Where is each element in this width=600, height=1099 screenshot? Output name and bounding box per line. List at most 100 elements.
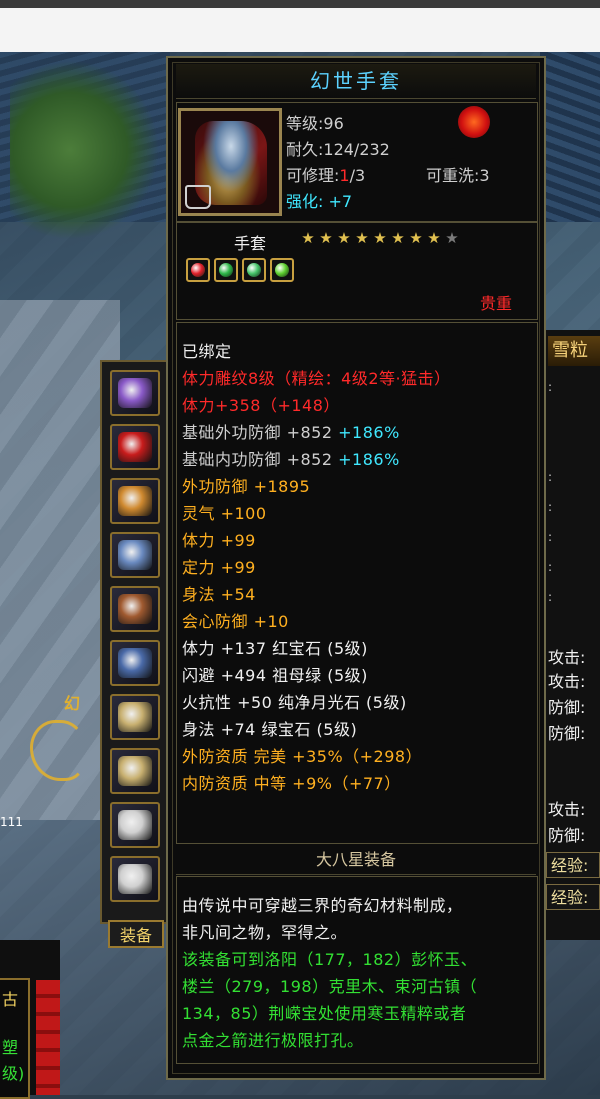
left-hud-text: 古 [2, 990, 19, 1009]
footer-title: 大八星装备 [176, 846, 536, 875]
equipment-slot[interactable] [110, 586, 160, 632]
star-empty-icon: ★ [445, 229, 459, 247]
attack-label: 攻击: [548, 800, 586, 819]
attribute-line: 基础外功防御 +852 +186% [182, 419, 400, 443]
item-enhance: 强化: +7 [286, 188, 352, 212]
equipment-slot[interactable] [110, 640, 160, 686]
repair-label: 可修理: [286, 166, 340, 185]
star-filled-icon: ★ [427, 229, 441, 247]
attribute-text: 火抗性 +50 纯净月光石 (5级) [182, 693, 407, 712]
attribute-line: 身法 +54 [182, 581, 256, 605]
defense-label: 防御: [548, 826, 586, 845]
attribute-bonus: +186% [332, 450, 400, 469]
character-panel-title: 雪粒 [548, 336, 600, 366]
ruby-gem-icon[interactable] [186, 258, 210, 282]
gem-sockets [186, 258, 294, 282]
attribute-line: 定力 +99 [182, 554, 256, 578]
panel-colon: : [548, 470, 553, 484]
equipment-slot[interactable] [110, 856, 160, 902]
exp-label: 经验: [546, 884, 600, 910]
attribute-text: 体力雕纹8级（精绘：4级2等·猛击） [182, 369, 451, 388]
attribute-text: 外功防御 +1895 [182, 477, 311, 496]
attribute-text: 体力 +99 [182, 531, 256, 550]
item-name: 幻世手套 [176, 64, 536, 99]
exp-label: 经验: [546, 852, 600, 878]
attribute-line: 体力雕纹8级（精绘：4级2等·猛击） [182, 365, 451, 389]
fire-emblem-icon [458, 106, 490, 138]
enhance-value: +7 [328, 192, 353, 211]
ring-icon [118, 702, 152, 732]
equipment-slot[interactable] [110, 694, 160, 740]
attribute-text: 身法 +54 [182, 585, 256, 604]
character-panel [544, 330, 600, 940]
item-tooltip: 幻世手套 等级:96 耐久:124/232 可修理:1/3 可重洗:3 强化: … [166, 56, 546, 1080]
boots-icon [118, 648, 152, 678]
attribute-line: 基础内功防御 +852 +186% [182, 446, 400, 470]
red-pillar-decor [36, 980, 60, 1095]
description-line: 该装备可到洛阳（177，182）彭怀玉、 [182, 950, 478, 969]
equipment-slot[interactable] [110, 424, 160, 470]
equipment-slot[interactable] [110, 532, 160, 578]
description-line: 由传说中可穿越三界的奇幻材料制成， [182, 896, 463, 915]
attribute-text: 会心防御 +10 [182, 612, 289, 631]
panel-colon: : [548, 380, 553, 394]
top-white-strip [0, 8, 600, 52]
description-line: 非凡间之物，罕得之。 [182, 923, 348, 942]
equipment-slot[interactable] [110, 370, 160, 416]
bind-bag-icon [185, 185, 211, 209]
attribute-bonus: +186% [332, 423, 400, 442]
star-filled-icon: ★ [391, 229, 405, 247]
shoulder-armor-icon [118, 378, 152, 408]
attribute-text: 体力 +137 红宝石 (5级) [182, 639, 368, 658]
enhance-label: 强化: [286, 192, 329, 211]
left-hud-text: 级) [2, 1064, 25, 1083]
moonstone-gem-icon[interactable] [270, 258, 294, 282]
star-filled-icon: ★ [301, 229, 315, 247]
defense-label: 防御: [548, 724, 586, 743]
star-filled-icon: ★ [355, 229, 369, 247]
repair-max: /3 [349, 166, 366, 185]
ring-icon [118, 756, 152, 786]
item-durability: 耐久:124/232 [286, 140, 390, 159]
star-filled-icon: ★ [319, 229, 333, 247]
star-filled-icon: ★ [337, 229, 351, 247]
jade-gem-icon[interactable] [242, 258, 266, 282]
attribute-text: 体力+358（+148） [182, 396, 340, 415]
scroll-armor-icon [118, 432, 152, 462]
panel-colon: : [548, 590, 553, 604]
equipment-slot[interactable] [110, 802, 160, 848]
attribute-text: 灵气 +100 [182, 504, 267, 523]
attribute-text: 定力 +99 [182, 558, 256, 577]
attribute-line: 火抗性 +50 纯净月光石 (5级) [182, 689, 407, 713]
attribute-line: 闪避 +494 祖母绿 (5级) [182, 662, 368, 686]
star-filled-icon: ★ [409, 229, 423, 247]
equipment-slot[interactable] [110, 748, 160, 794]
attribute-text: 内防资质 中等 +9%（+77） [182, 774, 401, 793]
attribute-text: 已绑定 [182, 342, 232, 361]
attribute-line: 体力 +99 [182, 527, 256, 551]
emerald-gem-icon[interactable] [214, 258, 238, 282]
defense-label: 防御: [548, 698, 586, 717]
panel-colon: : [548, 560, 553, 574]
attribute-line: 已绑定 [182, 338, 232, 362]
amulet-icon [118, 864, 152, 894]
attribute-text: 基础外功防御 +852 [182, 423, 333, 442]
rarity-label: 贵重 [480, 294, 513, 313]
item-rewash: 可重洗:3 [426, 166, 490, 185]
attribute-line: 内防资质 中等 +9%（+77） [182, 770, 401, 794]
top-window-bar [0, 0, 600, 8]
equipment-tab[interactable]: 装备 [108, 920, 164, 948]
attribute-line: 外功防御 +1895 [182, 473, 310, 497]
attribute-line: 体力 +137 红宝石 (5级) [182, 635, 368, 659]
equipment-sidebar [100, 360, 174, 924]
attribute-line: 外防资质 完美 +35%（+298） [182, 743, 422, 767]
attribute-text: 身法 +74 绿宝石 (5级) [182, 720, 358, 739]
attribute-text: 闪避 +494 祖母绿 (5级) [182, 666, 368, 685]
attribute-line: 体力+358（+148） [182, 392, 340, 416]
repair-current: 1 [339, 166, 350, 185]
left-hud-text: 塑 [2, 1038, 19, 1057]
attribute-text: 外防资质 完美 +35%（+298） [182, 747, 423, 766]
gauntlet-icon [118, 540, 152, 570]
hud-label: 幻 [64, 694, 81, 713]
equipment-slot[interactable] [110, 478, 160, 524]
